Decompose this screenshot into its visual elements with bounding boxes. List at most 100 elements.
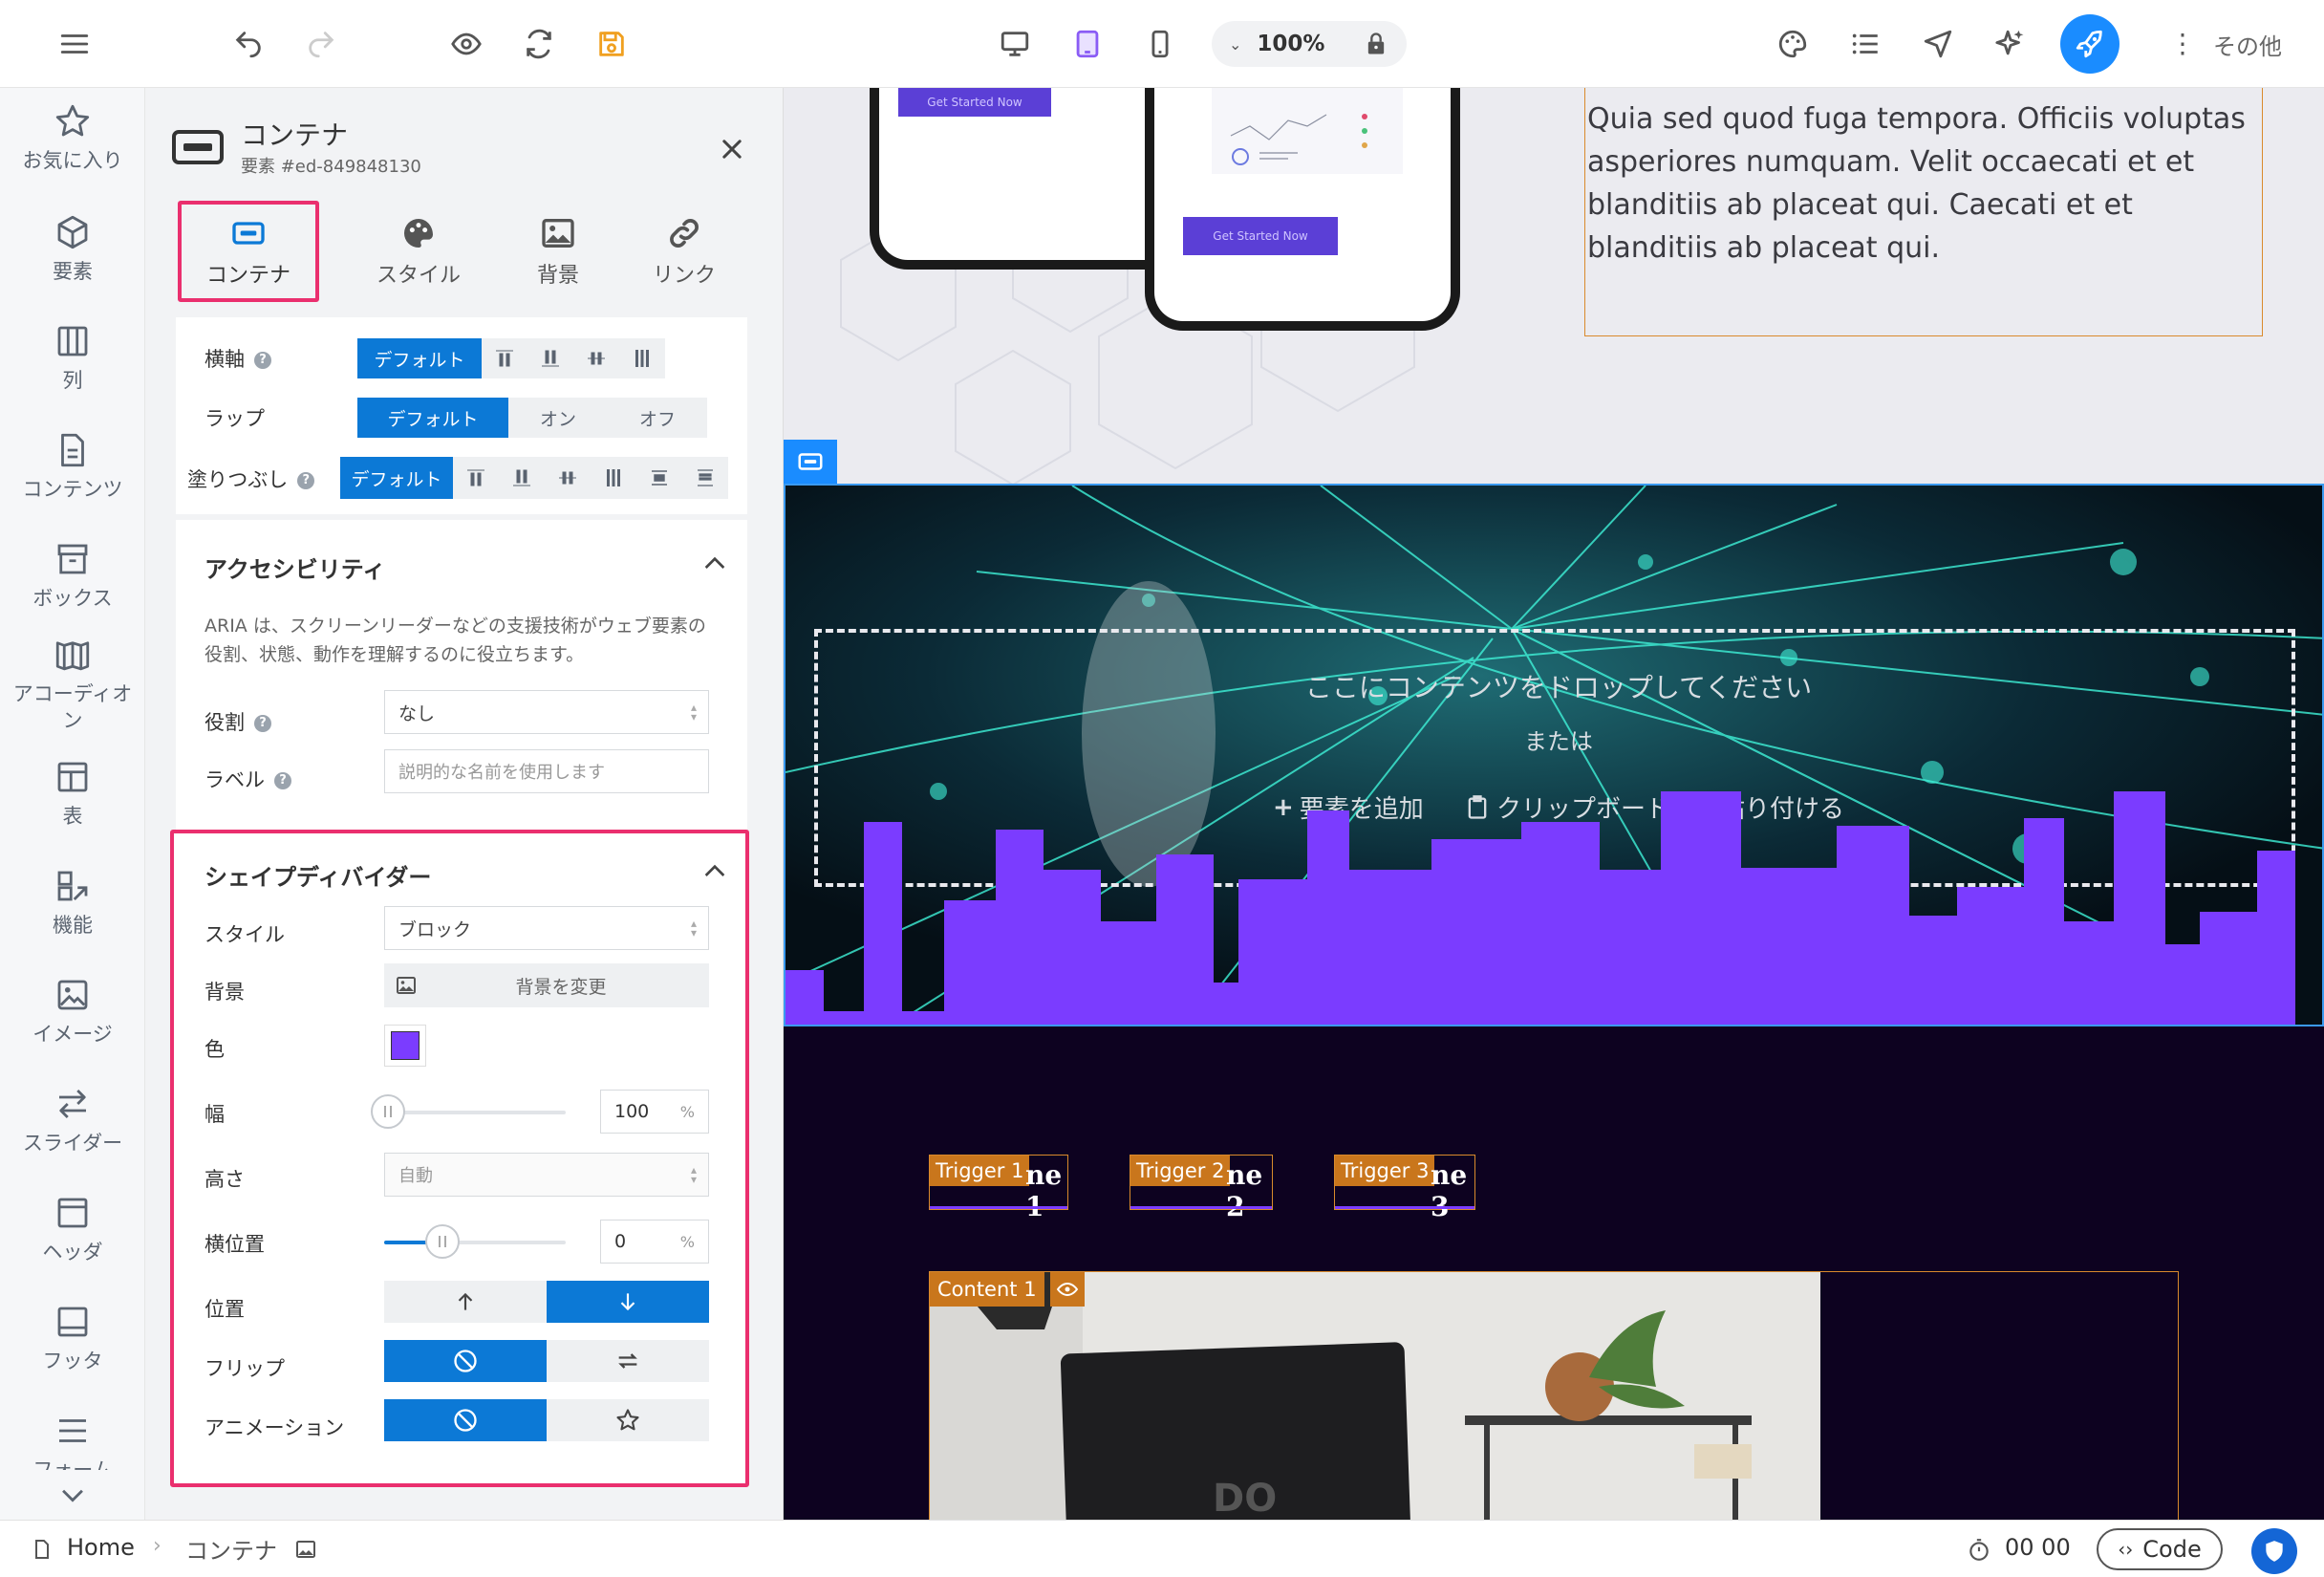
breadcrumb-container[interactable]: コンテナ (185, 1532, 277, 1566)
chevron-up-icon[interactable] (699, 856, 730, 887)
role-select[interactable]: なし ▴ ▾ (384, 690, 709, 734)
tab-trigger-1[interactable]: Trigger 1 ne 1 (929, 1155, 1068, 1222)
rail-scroll-down[interactable] (0, 1470, 144, 1520)
redo-icon[interactable] (298, 21, 344, 67)
more-menu[interactable]: ⋮ その他 (2169, 21, 2282, 67)
chevron-down-icon: ⌄ (1229, 34, 1242, 54)
phone-mockup-2: Get Started Now (1145, 88, 1460, 331)
halign-stretch-button[interactable] (619, 338, 665, 378)
desktop-view-icon[interactable] (992, 21, 1038, 67)
panel-title: コンテナ (241, 119, 349, 151)
halign-center-button[interactable] (573, 338, 619, 378)
width-label: 幅 (204, 1103, 225, 1126)
hpos-input[interactable]: 0% (600, 1220, 709, 1264)
fill-bottom-button[interactable] (499, 457, 545, 499)
halign-start-button[interactable] (482, 338, 527, 378)
fill-default-button[interactable]: デフォルト (340, 457, 453, 499)
halign-default-button[interactable]: デフォルト (357, 338, 482, 378)
help-icon: ? (297, 472, 315, 489)
more-vertical-icon: ⋮ (2169, 28, 2196, 59)
rail-item-footer[interactable]: フッタ (0, 1302, 144, 1374)
close-icon[interactable] (719, 136, 745, 162)
position-top-button[interactable] (384, 1281, 547, 1323)
rail-item-elements[interactable]: 要素 (0, 212, 144, 285)
flip-none-button[interactable] (384, 1340, 547, 1382)
tab-style[interactable]: スタイル (348, 201, 489, 302)
hpos-slider-handle[interactable] (424, 1224, 460, 1259)
flip-horizontal-button[interactable] (547, 1340, 709, 1382)
rail-item-slider[interactable]: スライダー (0, 1084, 144, 1156)
wrap-off-button[interactable]: オフ (608, 398, 707, 438)
animation-star-button[interactable] (547, 1399, 709, 1441)
timer-icon (1969, 1539, 1989, 1561)
fill-stretch-button[interactable] (591, 457, 636, 499)
wrap-on-button[interactable]: オン (508, 398, 608, 438)
stretch-icon (635, 350, 649, 367)
mobile-view-icon[interactable] (1137, 21, 1183, 67)
rail-item-content[interactable]: コンテンツ (0, 430, 144, 503)
fill-top-button[interactable] (453, 457, 499, 499)
preview-eye-icon[interactable] (443, 21, 489, 67)
publish-rocket-button[interactable] (2060, 14, 2120, 74)
wrap-default-button[interactable]: デフォルト (357, 398, 508, 438)
undo-icon[interactable] (226, 21, 271, 67)
breadcrumb-home[interactable]: Home (67, 1534, 135, 1561)
navigate-icon[interactable] (1915, 21, 1961, 67)
lock-icon[interactable] (1353, 21, 1399, 67)
divider-style-select[interactable]: ブロック ▴ ▾ (384, 906, 709, 950)
tab-link[interactable]: リンク (613, 201, 755, 302)
tab-background[interactable]: 背景 (487, 201, 629, 302)
change-background-button[interactable]: 背景を変更 (384, 963, 709, 1007)
get-started-button-2[interactable]: Get Started Now (1183, 217, 1338, 255)
zoom-value: 100% (1257, 32, 1325, 56)
fill-center-button[interactable] (545, 457, 591, 499)
fill-between-button[interactable] (636, 457, 682, 499)
get-started-button-1[interactable]: Get Started Now (898, 88, 1051, 117)
shield-status-button[interactable] (2251, 1528, 2297, 1574)
list-icon[interactable] (1842, 21, 1888, 67)
rail-item-accordion[interactable]: アコーディオン (0, 635, 144, 734)
rail-item-image[interactable]: イメージ (0, 975, 144, 1048)
ban-icon (454, 1350, 477, 1372)
hero-section: Get Started Now Get Started Now Quia sed… (784, 88, 2324, 484)
tablet-view-icon[interactable] (1065, 21, 1110, 67)
rail-item-box[interactable]: ボックス (0, 539, 144, 612)
ai-sparkle-icon[interactable] (1988, 21, 2034, 67)
halign-end-button[interactable] (527, 338, 573, 378)
role-label: 役割? (204, 707, 271, 736)
selected-container-tag[interactable] (784, 440, 837, 484)
tab-trigger-3[interactable]: Trigger 3 ne 3 (1334, 1155, 1475, 1222)
tab-trigger-2[interactable]: Trigger 2 ne 2 (1130, 1155, 1273, 1222)
tab-container[interactable]: コンテナ (178, 201, 319, 302)
menu-icon[interactable] (52, 21, 97, 67)
container-icon (798, 453, 823, 470)
width-input[interactable]: 100% (600, 1090, 709, 1134)
fill-around-button[interactable] (682, 457, 728, 499)
hpos-slider-track[interactable] (384, 1241, 566, 1244)
chevron-up-icon[interactable] (699, 549, 730, 579)
position-bottom-button[interactable] (547, 1281, 709, 1323)
star-icon (616, 1409, 639, 1431)
table-icon (57, 762, 88, 792)
animation-none-button[interactable] (384, 1399, 547, 1441)
rail-item-columns[interactable]: 列 (0, 321, 144, 394)
rail-item-favorites[interactable]: お気に入り (0, 101, 144, 174)
rail-item-header[interactable]: ヘッダ (0, 1193, 144, 1265)
image-icon (397, 977, 416, 994)
rail-item-table[interactable]: 表 (0, 757, 144, 830)
height-select[interactable]: 自動 ▴ ▾ (384, 1153, 709, 1197)
refresh-icon[interactable] (516, 21, 562, 67)
stretch-icon (607, 469, 620, 486)
width-slider-track[interactable] (384, 1111, 566, 1114)
width-slider-handle[interactable] (371, 1094, 405, 1129)
save-icon[interactable] (589, 21, 635, 67)
rail-item-features[interactable]: 機能 (0, 866, 144, 939)
panel-header: コンテナ 要素 #ed-849848130 コンテナ スタイル 背景 リンク (145, 88, 783, 317)
visibility-eye-icon[interactable] (1050, 1272, 1085, 1307)
settings-panel: コンテナ 要素 #ed-849848130 コンテナ スタイル 背景 リンク 横… (145, 88, 784, 1520)
selected-container[interactable]: ここにコンテンツをドロップしてください または +要素を追加 クリップボードから… (784, 484, 2324, 1026)
palette-icon[interactable] (1770, 21, 1816, 67)
code-button[interactable]: ‹› Code (2097, 1528, 2223, 1570)
aria-label-input[interactable]: 説明的な名前を使用します (384, 749, 709, 793)
color-swatch[interactable] (384, 1025, 426, 1067)
